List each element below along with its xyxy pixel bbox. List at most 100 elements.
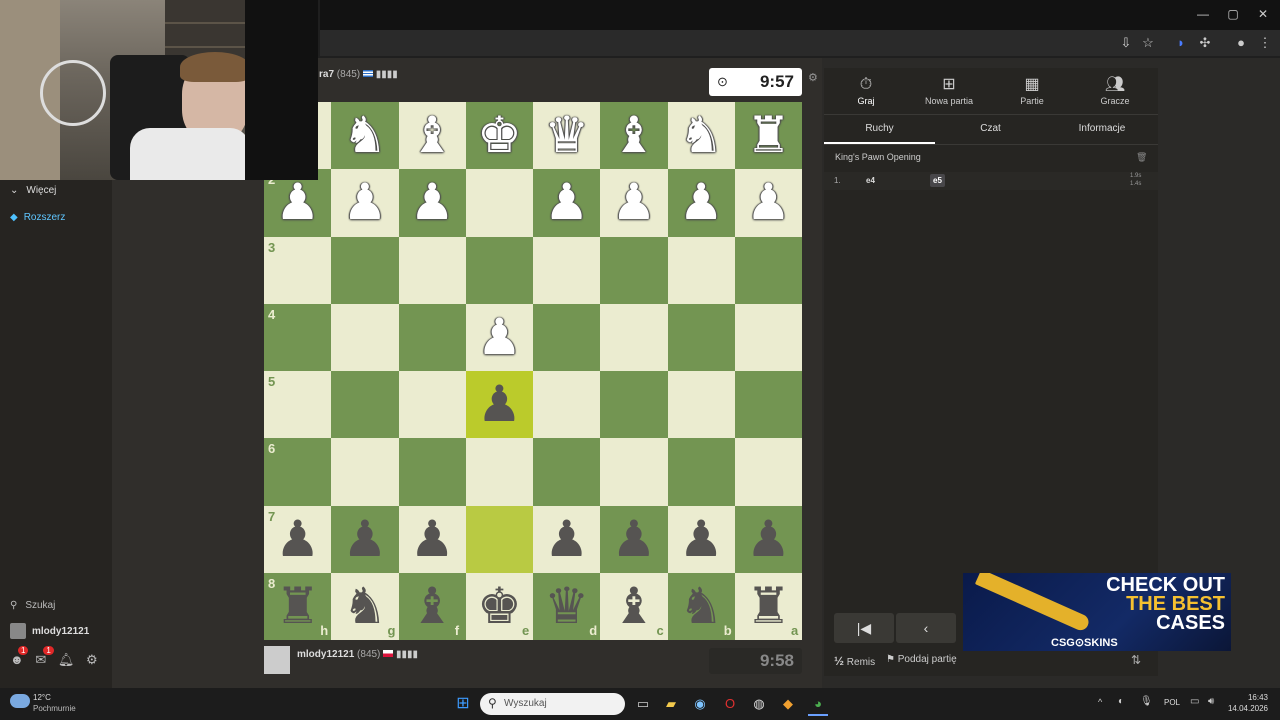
board-square[interactable] [600, 438, 668, 506]
ad-banner[interactable]: CHECK OUT THE BEST CASES CSG⊙SKINS [963, 573, 1231, 651]
gear-icon[interactable]: ⚙ [86, 652, 98, 667]
board-square[interactable] [734, 438, 802, 506]
file-explorer-icon[interactable]: ▰ [661, 694, 681, 714]
white-pawn-icon[interactable]: ♟ [600, 169, 667, 236]
board-square[interactable] [465, 505, 533, 573]
board-square[interactable] [533, 236, 601, 304]
friends-icon[interactable]: ☻ 1 [10, 646, 29, 667]
white-pawn-icon[interactable]: ♟ [466, 304, 533, 371]
tray-chevron-icon[interactable]: ^ [1098, 697, 1102, 707]
white-pawn-icon[interactable]: ♟ [533, 169, 600, 236]
windows-start-icon[interactable]: ⊞ [453, 694, 473, 714]
clock-time[interactable]: 16:43 [1232, 693, 1268, 702]
board-square[interactable] [398, 236, 466, 304]
board-square[interactable] [398, 438, 466, 506]
board-square[interactable] [734, 303, 802, 371]
flip-board-icon[interactable]: ⇅ [1131, 653, 1141, 667]
board-square[interactable] [734, 236, 802, 304]
volume-icon[interactable]: 🔊︎ [1208, 696, 1214, 707]
board-square[interactable] [465, 236, 533, 304]
microphone-icon[interactable]: 🎙︎ [1140, 696, 1153, 707]
board-square[interactable] [600, 371, 668, 439]
move-black[interactable]: e5 [930, 174, 945, 187]
black-pawn-icon[interactable]: ♟ [399, 506, 466, 573]
board-square[interactable] [533, 303, 601, 371]
bookmark-star-icon[interactable]: ☆ [1139, 34, 1157, 52]
board-square[interactable] [465, 438, 533, 506]
extension-icon[interactable]: ◗ [1172, 34, 1190, 52]
extensions-puzzle-icon[interactable]: ✣ [1196, 34, 1214, 52]
board-square[interactable] [667, 438, 735, 506]
white-pawn-icon[interactable]: ♟ [735, 169, 802, 236]
board-square[interactable] [533, 371, 601, 439]
board-square[interactable] [465, 169, 533, 237]
language-indicator[interactable]: POL [1164, 698, 1180, 707]
white-pawn-icon[interactable]: ♟ [331, 169, 398, 236]
sidebar-user[interactable]: mlody12121 [10, 622, 89, 642]
white-knight-icon[interactable]: ♞ [331, 102, 398, 169]
draw-button[interactable]: ½ Remis [834, 654, 875, 668]
subtab-chat[interactable]: Czat [935, 116, 1046, 142]
first-move-button[interactable]: |◀ [834, 613, 894, 643]
board-settings-icon[interactable]: ⚙ [808, 71, 818, 84]
sidebar-item-more[interactable]: ⌄ Więcej [10, 181, 56, 201]
profile-icon[interactable]: ● [1232, 34, 1250, 52]
board-square[interactable] [734, 371, 802, 439]
board-square[interactable] [398, 303, 466, 371]
app2-icon[interactable]: ◆ [778, 694, 798, 714]
board-square[interactable] [667, 371, 735, 439]
resign-button[interactable]: ⚑ Poddaj partię [886, 654, 957, 665]
black-pawn-icon[interactable]: ♟ [466, 371, 533, 438]
tab-play[interactable]: ⏱︎ Graj [824, 74, 908, 114]
trash-icon[interactable]: 🗑︎ [1136, 152, 1147, 163]
white-pawn-icon[interactable]: ♟ [668, 169, 735, 236]
close-button[interactable]: ✕ [1248, 4, 1278, 24]
app-icon[interactable]: ◍ [749, 694, 769, 714]
black-pawn-icon[interactable]: ♟ [600, 506, 667, 573]
taskbar-search[interactable]: ⚲ Wyszukaj [480, 693, 625, 715]
menu-kebab-icon[interactable]: ⋮ [1256, 34, 1274, 52]
tab-games[interactable]: ▦ Partie [990, 74, 1074, 114]
black-pawn-icon[interactable]: ♟ [735, 506, 802, 573]
white-queen-icon[interactable]: ♛ [533, 102, 600, 169]
board-square[interactable] [331, 438, 399, 506]
tab-new-game[interactable]: ⊞ Nowa partia [907, 74, 991, 114]
bell-icon[interactable]: 🔔︎ [58, 652, 75, 667]
white-king-icon[interactable]: ♚ [466, 102, 533, 169]
board-square[interactable] [667, 303, 735, 371]
opera-icon[interactable]: O [720, 694, 740, 714]
subtab-moves[interactable]: Ruchy [824, 116, 935, 144]
move-white[interactable]: e4 [866, 176, 875, 185]
white-pawn-icon[interactable]: ♟ [399, 169, 466, 236]
board-square[interactable] [331, 371, 399, 439]
board-square[interactable] [667, 236, 735, 304]
chess-board[interactable]: ♜♞♝♚♛♝♞♜♟♟♟♟♟♟♟♟♟♟♟♟♟♟♟♟♜♞♝♚♛♝♞♜2345678h… [264, 102, 802, 640]
maximize-button[interactable]: ▢ [1218, 4, 1248, 24]
white-knight-icon[interactable]: ♞ [668, 102, 735, 169]
player-avatar[interactable] [264, 646, 290, 674]
board-square[interactable] [331, 236, 399, 304]
tray-app-icon[interactable]: ◐ [1118, 696, 1124, 707]
sidebar-item-upgrade[interactable]: ◆ Rozszerz [10, 208, 65, 228]
install-app-icon[interactable]: ⇩ [1117, 34, 1135, 52]
tab-players[interactable]: 👥︎ Gracze [1073, 74, 1157, 114]
steam-icon[interactable]: ◉ [690, 694, 710, 714]
white-bishop-icon[interactable]: ♝ [399, 102, 466, 169]
black-pawn-icon[interactable]: ♟ [668, 506, 735, 573]
chrome-icon[interactable]: ◕ [808, 694, 828, 716]
subtab-info[interactable]: Informacje [1046, 116, 1158, 142]
board-square[interactable] [331, 303, 399, 371]
board-square[interactable] [600, 303, 668, 371]
black-pawn-icon[interactable]: ♟ [331, 506, 398, 573]
task-view-icon[interactable]: ▭ [633, 694, 653, 714]
minimize-button[interactable]: — [1188, 4, 1218, 24]
white-bishop-icon[interactable]: ♝ [600, 102, 667, 169]
black-pawn-icon[interactable]: ♟ [533, 506, 600, 573]
prev-move-button[interactable]: ‹ [896, 613, 956, 643]
display-icon[interactable]: ▭ [1190, 696, 1199, 707]
mail-icon[interactable]: ✉ 1 [35, 646, 54, 667]
white-rook-icon[interactable]: ♜ [735, 102, 802, 169]
board-square[interactable] [533, 438, 601, 506]
board-square[interactable] [398, 371, 466, 439]
clock-date[interactable]: 14.04.2026 [1222, 704, 1268, 713]
